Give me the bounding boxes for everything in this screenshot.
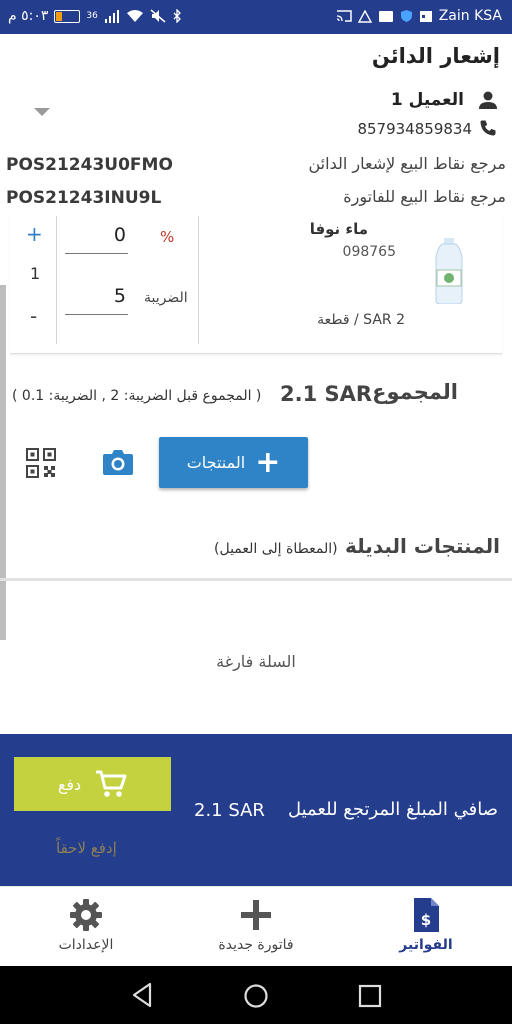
person-icon — [479, 91, 497, 109]
invoice-ref-value: POS21243INU9L — [6, 188, 162, 208]
nav-settings[interactable]: الإعدادات — [16, 897, 156, 953]
add-products-label: المنتجات — [186, 453, 246, 472]
bottom-nav: $ الفواتير فاتورة جديدة الإعدادات — [0, 886, 512, 966]
customer-phone: 857934859834 — [357, 120, 472, 138]
status-left: ٥:٠٣ م 36 — [8, 8, 182, 24]
signal-icon — [104, 10, 119, 23]
decrease-quantity-button[interactable]: - — [30, 304, 37, 328]
cast-icon — [336, 10, 352, 22]
cart-icon — [96, 770, 127, 797]
add-icon: + — [255, 444, 281, 480]
discount-input[interactable]: 0 — [65, 224, 128, 254]
system-nav-bar — [0, 966, 512, 1024]
carrier-name: Zain KSA — [438, 8, 502, 24]
status-right: Zain KSA — [336, 8, 502, 24]
network-type: 36 — [86, 10, 98, 21]
shield-icon — [400, 10, 412, 22]
bluetooth-icon — [173, 9, 181, 23]
nav-new-invoice-label: فاتورة جديدة — [218, 937, 294, 953]
credit-note-ref-label: مرجع نقاط البيع لإشعار الدائن — [308, 154, 506, 173]
plus-icon — [241, 900, 271, 930]
pay-later-button[interactable]: إدفع لاحقاً — [56, 839, 117, 857]
warning-icon — [357, 9, 372, 23]
tax-input[interactable]: 5 — [65, 285, 128, 315]
card-divider — [56, 216, 57, 344]
add-products-button[interactable]: + المنتجات — [159, 437, 308, 488]
tax-label: الضريبة — [144, 290, 188, 306]
total-breakdown: ( المجموع قبل الضريبة: 2 , الضريبة: 0.1 … — [12, 388, 262, 404]
home-icon[interactable] — [243, 983, 269, 1009]
pay-label: دفع — [57, 774, 82, 794]
increase-quantity-button[interactable]: + — [26, 222, 43, 246]
invoice-icon: $ — [414, 898, 439, 932]
discount-percent-label: % — [160, 228, 175, 246]
section-divider — [0, 578, 512, 581]
total-label: المجموع — [372, 380, 458, 404]
nav-new-invoice[interactable]: فاتورة جديدة — [186, 897, 326, 953]
battery-icon — [54, 9, 81, 23]
empty-cart-text: السلة فارغة — [216, 652, 296, 671]
camera-icon[interactable] — [102, 448, 134, 476]
alternative-products-title: المنتجات البديلة — [345, 534, 500, 558]
quantity-value: 1 — [30, 264, 41, 283]
page-title: إشعار الدائن — [371, 44, 500, 68]
mute-icon — [150, 9, 166, 23]
back-icon[interactable] — [130, 982, 154, 1008]
nav-invoices[interactable]: $ الفواتير — [356, 897, 496, 953]
product-image — [435, 238, 463, 304]
qr-code-icon[interactable] — [26, 448, 56, 478]
scroll-indicator — [0, 285, 6, 640]
recents-icon[interactable] — [358, 984, 382, 1008]
alternative-products-subtitle: (المعطاة إلى العميل) — [214, 541, 338, 557]
product-price: 2 SAR / قطعة — [317, 312, 405, 328]
status-time: ٥:٠٣ م — [8, 8, 49, 24]
svg-text:$: $ — [421, 911, 431, 929]
product-code: 098765 — [342, 244, 396, 260]
pay-button[interactable]: دفع — [14, 757, 171, 811]
chevron-down-icon[interactable] — [34, 108, 50, 116]
nav-settings-label: الإعدادات — [58, 937, 114, 953]
calendar-icon — [419, 11, 432, 22]
customer-name: العميل 1 — [390, 90, 464, 110]
credit-note-ref-value: POS21243U0FMO — [6, 155, 173, 175]
phone-icon — [480, 120, 496, 136]
net-refund-amount: 2.1 SAR — [194, 800, 265, 821]
invoice-ref-label: مرجع نقاط البيع للفاتورة — [343, 187, 506, 206]
card-divider — [198, 216, 199, 344]
product-name: ماء نوفا — [309, 220, 368, 238]
gear-icon — [70, 899, 102, 931]
wifi-icon — [126, 10, 143, 22]
status-bar: ٥:٠٣ م 36 Zain KSA — [0, 0, 512, 34]
message-icon — [378, 10, 393, 22]
total-value: 2.1 SAR — [280, 382, 373, 406]
net-refund-label: صافي المبلغ المرتجع للعميل — [287, 799, 498, 820]
nav-invoices-label: الفواتير — [399, 937, 453, 953]
